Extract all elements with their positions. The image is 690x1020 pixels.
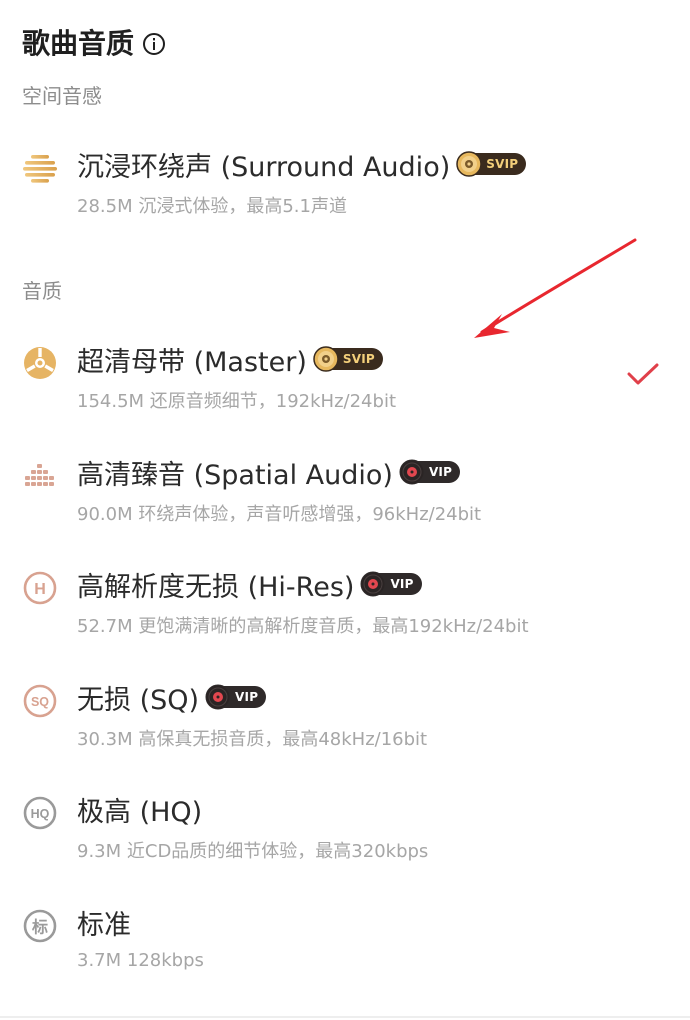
option-description: 154.5M 还原音频细节，192kHz/24bit (77, 391, 396, 412)
option-title: 高清臻音 (Spatial Audio) (77, 459, 393, 491)
hq-glyph: HQ (31, 807, 50, 821)
badge-label: VIP (235, 690, 259, 704)
option-description: 30.3M 高保真无损音质，最高48kHz/16bit (77, 729, 428, 750)
option-description: 3.7M 128kbps (77, 950, 204, 971)
option-title: 超清母带 (Master) (77, 346, 307, 378)
vip-badge: VIP (399, 459, 461, 485)
spatial-audio-icon (22, 458, 58, 494)
vinyl-disc-icon (399, 459, 425, 485)
option-description: 28.5M 沉浸式体验，最高5.1声道 (77, 196, 347, 217)
option-description: 9.3M 近CD品质的细节体验，最高320kbps (77, 841, 429, 862)
quality-option-spatial[interactable]: 高清臻音 (Spatial Audio) VIP 90.0M 环绕声体验，声音听… (0, 450, 690, 530)
surround-audio-icon (22, 150, 58, 186)
vip-badge: VIP (360, 571, 422, 597)
info-icon[interactable] (142, 32, 166, 56)
hq-icon: HQ (22, 795, 58, 831)
quality-option-sq[interactable]: SQ 无损 (SQ) VIP 30.3M 高保真无损音质，最高48kHz/16b… (0, 675, 690, 755)
svip-badge: SVIP (313, 346, 383, 372)
standard-glyph: 标 (31, 918, 48, 937)
badge-label: VIP (428, 465, 453, 479)
gold-disc-icon (313, 346, 339, 372)
option-title: 沉浸环绕声 (Surround Audio) (77, 151, 451, 183)
quality-option-hq[interactable]: HQ 极高 (HQ) 9.3M 近CD品质的细节体验，最高320kbps (0, 787, 690, 867)
svip-badge: SVIP (456, 151, 527, 177)
option-description: 90.0M 环绕声体验，声音听感增强，96kHz/24bit (77, 504, 482, 525)
option-title: 无损 (SQ) (77, 684, 200, 716)
section-label-spatial: 空间音感 (22, 84, 102, 108)
badge-label: VIP (390, 577, 414, 591)
option-title: 标准 (77, 909, 131, 941)
annotation-arrow-icon (474, 238, 637, 338)
master-tape-icon (22, 345, 58, 381)
quality-option-surround[interactable]: 沉浸环绕声 (Surround Audio) SVIP 28.5M 沉浸式体验，… (0, 142, 690, 222)
vinyl-disc-icon (360, 571, 386, 597)
hi-res-icon: H (22, 570, 58, 606)
standard-icon: 标 (22, 908, 58, 944)
hi-res-glyph: H (34, 581, 46, 598)
section-label-quality: 音质 (22, 279, 62, 303)
page-title: 歌曲音质 (22, 24, 166, 64)
selected-check-icon (626, 362, 660, 388)
sq-icon: SQ (22, 683, 58, 719)
vinyl-disc-icon (205, 684, 231, 710)
option-title: 极高 (HQ) (77, 796, 203, 828)
bottom-divider (0, 1016, 690, 1018)
option-title: 高解析度无损 (Hi-Res) (77, 571, 355, 603)
gold-disc-icon (456, 151, 482, 177)
quality-option-hires[interactable]: H 高解析度无损 (Hi-Res) VIP 52.7M 更饱满清晰的高解析度音质… (0, 562, 690, 642)
badge-label: SVIP (486, 157, 519, 171)
vip-badge: VIP (205, 684, 267, 710)
sq-glyph: SQ (31, 695, 49, 709)
page-title-text: 歌曲音质 (22, 27, 135, 60)
option-description: 52.7M 更饱满清晰的高解析度音质，最高192kHz/24bit (77, 616, 529, 637)
quality-option-master[interactable]: 超清母带 (Master) SVIP 154.5M 还原音频细节，192kHz/… (0, 337, 690, 417)
quality-option-standard[interactable]: 标 标准 3.7M 128kbps (0, 900, 690, 980)
badge-label: SVIP (342, 352, 375, 366)
